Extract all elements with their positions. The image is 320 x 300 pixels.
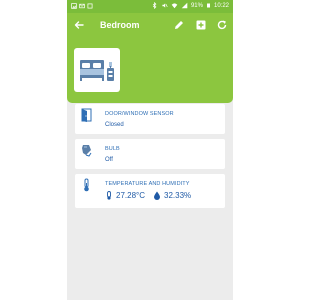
notification-icons [71,3,93,9]
status-bar: 91% 10:22 [67,0,233,13]
humidity-group: 32.33% [153,191,191,200]
refresh-icon[interactable] [216,19,228,31]
bed-illustration-icon [80,60,114,81]
device-title: BULB [105,146,120,152]
device-status: Closed [105,122,124,128]
app-screen: 91% 10:22 Bedroom DOOR/WINDOW SENSOR Clo… [67,0,233,300]
device-card-bulb[interactable]: BULB Off [75,139,225,169]
door-sensor-icon [81,108,92,122]
add-box-icon[interactable] [195,19,207,31]
device-card-temperature-humidity[interactable]: TEMPERATURE AND HUMIDITY 27.28°C 32.33% [75,174,225,208]
bulb-icon [82,145,92,157]
system-icons: 91% 10:22 [151,2,229,9]
back-arrow-icon[interactable] [73,19,85,31]
thermometer-icon [84,178,89,192]
clock: 10:22 [213,2,229,9]
humidity-value: 32.33% [164,191,192,200]
battery-percent: 91% [190,2,203,9]
wifi-icon [171,3,178,9]
temperature-icon [107,191,111,200]
device-title: DOOR/WINDOW SENSOR [105,111,174,117]
app-bar: Bedroom [67,13,233,103]
signal-icon [181,2,188,9]
device-title: TEMPERATURE AND HUMIDITY [105,181,190,187]
gallery-notification-icon [71,3,77,9]
sensor-readings: 27.28°C 32.33% [105,191,191,200]
screenshot-notification-icon [87,3,93,9]
room-image[interactable] [74,48,120,92]
temperature-value: 27.28°C [116,191,145,200]
edit-pencil-icon[interactable] [173,19,185,31]
battery-icon [206,3,210,8]
device-card-door-sensor[interactable]: DOOR/WINDOW SENSOR Closed [75,104,225,134]
device-status: Off [105,157,113,163]
mute-icon [162,3,168,8]
mail-notification-icon [79,3,85,9]
page-title: Bedroom [100,20,140,30]
bluetooth-icon [152,2,157,9]
humidity-drop-icon [154,191,160,200]
